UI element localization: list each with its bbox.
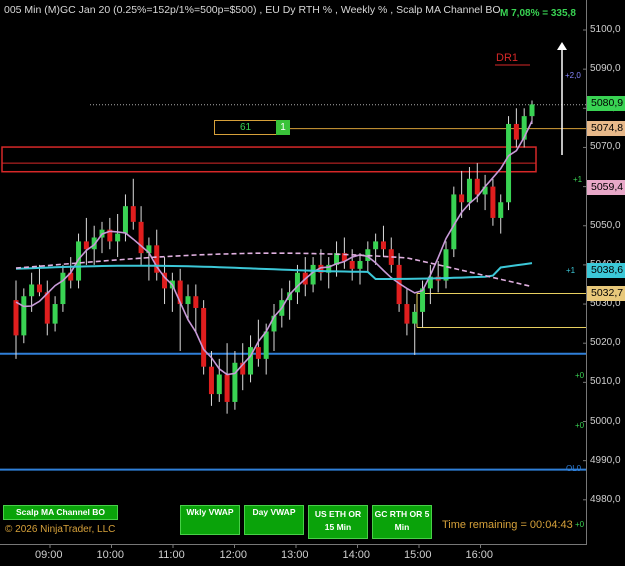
- gc-rth-or-button[interactable]: GC RTH OR 5 Min: [372, 505, 432, 539]
- y-tick-label: 5100,0: [590, 24, 621, 35]
- candle-body: [115, 233, 121, 242]
- candle-body: [52, 304, 58, 324]
- x-tick-label: 16:00: [465, 549, 494, 561]
- x-tick-label: 13:00: [281, 549, 309, 561]
- x-tick-label: 11:00: [158, 549, 185, 561]
- candle-body: [208, 366, 214, 395]
- y-tick-label: 5010,0: [590, 376, 621, 388]
- candle-body: [529, 104, 535, 117]
- candle-body: [224, 374, 230, 402]
- time-remaining: Time remaining = 00:04:43: [442, 519, 573, 531]
- indicator-label-e: +0: [575, 421, 585, 430]
- candle-body: [255, 347, 261, 359]
- price-marker-level-4: 5032,7: [587, 286, 625, 301]
- x-tick-label: 10:00: [96, 549, 125, 561]
- x-tick-label: 09:00: [35, 549, 63, 561]
- indicator-label-b: +1: [573, 175, 583, 184]
- price-marker-level-2: 5059,4: [587, 180, 625, 195]
- header-stat: M 7,08% = 335,8: [500, 8, 576, 19]
- candle-body: [490, 186, 496, 218]
- x-tick-label: 15:00: [404, 549, 432, 561]
- candle-body: [513, 123, 519, 140]
- candle-body: [138, 221, 144, 254]
- x-tick-label: 12:00: [219, 549, 248, 561]
- dr1-label: DR1: [496, 52, 519, 64]
- candle-body: [201, 307, 207, 367]
- candle-body: [466, 178, 472, 203]
- price-marker-last: 5080,9: [587, 96, 625, 111]
- x-axis-line: [0, 544, 587, 545]
- candle-body: [404, 304, 410, 324]
- candle-body: [459, 194, 465, 203]
- candle-body: [294, 272, 300, 293]
- price-chart[interactable]: [0, 0, 625, 566]
- indicator-label-c: +1: [566, 266, 576, 275]
- indicator-label-g: OL0: [566, 464, 582, 473]
- candle-body: [349, 260, 355, 269]
- red-zone-box: [1, 146, 537, 173]
- indicator-label-a: +2,0: [565, 71, 581, 80]
- fib-label[interactable]: 61: [214, 120, 277, 135]
- candle-body: [216, 374, 222, 395]
- x-tick-label: 14:00: [342, 549, 371, 561]
- day-vwap-button[interactable]: Day VWAP: [244, 505, 304, 535]
- candle-body: [60, 272, 66, 305]
- y-tick-label: 5070,0: [590, 141, 621, 153]
- copyright-text: © 2026 NinjaTrader, LLC: [5, 524, 116, 535]
- y-tick-label: 5090,0: [590, 63, 621, 75]
- candle-body: [29, 284, 35, 297]
- candle-body: [21, 296, 27, 336]
- candle-body: [506, 123, 512, 203]
- price-marker-level-3: 5038,6: [587, 263, 625, 278]
- candle-body: [232, 362, 238, 402]
- vwap-line: [15, 262, 533, 280]
- candle-body: [13, 300, 19, 336]
- y-tick-label: 5000,0: [590, 415, 621, 427]
- candle-body: [122, 206, 128, 234]
- candle-body: [498, 202, 504, 218]
- y-tick-label: 4980,0: [590, 493, 621, 505]
- candle-body: [443, 249, 449, 281]
- target-arrow-head: [557, 42, 567, 50]
- candle-body: [474, 178, 480, 195]
- indicator-label-f: +0: [575, 520, 585, 529]
- candle-body: [185, 296, 191, 305]
- candle-body: [380, 241, 386, 250]
- indicator-label-d: +0: [575, 371, 585, 380]
- fib-marker[interactable]: 1: [276, 120, 290, 135]
- candle-body: [263, 331, 269, 359]
- candle-body: [36, 284, 42, 293]
- price-marker-level-1: 5074,8: [587, 121, 625, 136]
- y-tick-label: 4990,0: [590, 454, 621, 466]
- candle-body: [83, 241, 89, 250]
- candle-body: [412, 311, 418, 324]
- us-eth-or-button[interactable]: US ETH OR 15 Min: [308, 505, 368, 539]
- chart-title: 005 Min (M)GC Jan 20 (0.25%=152p/1%=500p…: [4, 4, 501, 16]
- candle-body: [130, 206, 136, 222]
- candle-body: [193, 296, 199, 308]
- y-tick-label: 5020,0: [590, 337, 621, 349]
- candle-body: [44, 292, 50, 324]
- candle-body: [357, 260, 363, 269]
- candle-body: [373, 241, 379, 250]
- y-tick-label: 5050,0: [590, 219, 621, 231]
- scalp-ma-button[interactable]: Scalp MA Channel BO: [3, 505, 118, 520]
- wkly-vwap-button[interactable]: Wkly VWAP: [180, 505, 240, 535]
